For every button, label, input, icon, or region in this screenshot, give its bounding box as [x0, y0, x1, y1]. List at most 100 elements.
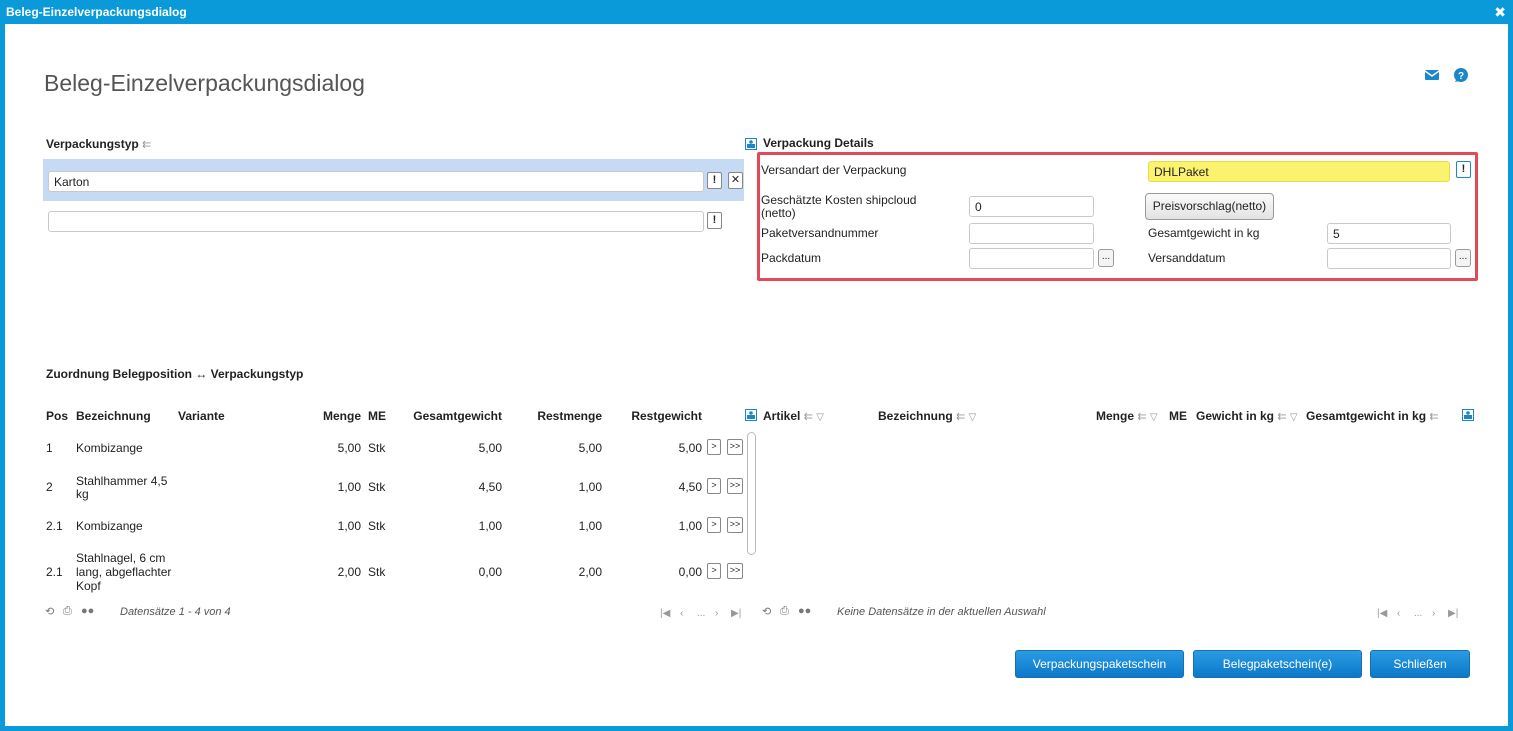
cell-restmenge: 5,00: [578, 441, 602, 455]
preisvorschlag-button[interactable]: Preisvorschlag(netto): [1145, 193, 1274, 220]
paketversandnummer-field[interactable]: [969, 223, 1094, 244]
col-bezeichnung-right[interactable]: Bezeichnung ⇇ ▽: [878, 409, 976, 423]
col-gesamtgewicht[interactable]: Gesamtgewicht: [395, 409, 502, 423]
filter-icon[interactable]: ▽: [816, 412, 824, 423]
cell-bezeichnung-line: Kopf: [76, 579, 101, 593]
gesamtgewicht-label: Gesamtgewicht in kg: [1148, 226, 1260, 240]
warning-icon[interactable]: !: [1456, 161, 1471, 178]
kosten-field[interactable]: [969, 196, 1094, 217]
move-all-button[interactable]: >>: [727, 563, 743, 579]
first-page-icon[interactable]: |◀: [1377, 608, 1387, 619]
sort-icon[interactable]: ⇇: [804, 411, 813, 423]
last-page-icon[interactable]: ▶|: [1448, 608, 1458, 619]
col-gewicht-right[interactable]: Gewicht in kg ⇇ ▽: [1196, 409, 1298, 423]
sort-icon[interactable]: ⇇: [142, 139, 151, 151]
page-dots[interactable]: ...: [1414, 608, 1422, 619]
col-artikel[interactable]: Artikel ⇇ ▽: [763, 409, 824, 423]
col-me-right[interactable]: ME: [1169, 409, 1187, 423]
page-dots[interactable]: ...: [697, 608, 705, 619]
packdatum-picker-button[interactable]: ...: [1098, 249, 1114, 267]
sort-icon[interactable]: ⇇: [1429, 411, 1438, 423]
col-menge[interactable]: Menge: [295, 409, 361, 423]
move-one-button[interactable]: >: [707, 439, 721, 455]
right-record-status: Keine Datensätze in der aktuellen Auswah…: [837, 606, 1046, 618]
schliessen-button[interactable]: Schließen: [1370, 650, 1470, 678]
dialog-window: Beleg-Einzelverpackungsdialog ✖ Beleg-Ei…: [0, 0, 1513, 731]
print-icon[interactable]: ⎙: [63, 605, 72, 618]
help-icon[interactable]: ?: [1453, 67, 1469, 83]
cell-bezeichnung: Stahlnagel, 6 cm: [76, 551, 166, 565]
kosten-label-sub: (netto): [761, 206, 796, 220]
cell-pos: 2.1: [46, 565, 63, 579]
cell-bezeichnung: Kombizange: [76, 519, 143, 533]
warning-icon[interactable]: !: [707, 172, 722, 189]
packdatum-field[interactable]: [969, 248, 1094, 269]
col-gesamtgewicht-right[interactable]: Gesamtgewicht in kg ⇇: [1306, 409, 1439, 423]
versanddatum-picker-button[interactable]: ...: [1455, 249, 1471, 267]
move-all-button[interactable]: >>: [727, 439, 743, 455]
collapse-panel-icon[interactable]: [745, 409, 757, 421]
cell-menge: 1,00: [337, 480, 361, 494]
move-all-button[interactable]: >>: [727, 478, 743, 494]
cell-bezeichnung: Kombizange: [76, 441, 143, 455]
settings-icon[interactable]: ●●: [81, 605, 94, 617]
versandart-label: Versandart der Verpackung: [761, 163, 907, 177]
first-page-icon[interactable]: |◀: [660, 608, 670, 619]
collapse-panel-icon[interactable]: [745, 138, 757, 150]
verpackungspaketschein-button[interactable]: Verpackungspaketschein: [1015, 650, 1184, 678]
col-pos[interactable]: Pos: [46, 409, 68, 423]
print-icon[interactable]: ⎙: [780, 605, 789, 618]
close-icon[interactable]: ✖: [1494, 4, 1506, 21]
filter-icon[interactable]: ▽: [969, 412, 977, 423]
versanddatum-field[interactable]: [1327, 248, 1451, 269]
sort-icon[interactable]: ⇇: [956, 411, 965, 423]
filter-icon[interactable]: ▽: [1150, 412, 1158, 423]
cell-me: Stk: [368, 519, 386, 533]
title-bar[interactable]: Beleg-Einzelverpackungsdialog ✖: [0, 0, 1513, 24]
col-me[interactable]: ME: [368, 409, 386, 423]
collapse-panel-icon[interactable]: [1462, 409, 1474, 421]
move-all-button[interactable]: >>: [727, 517, 743, 533]
prev-page-icon[interactable]: ‹: [1397, 608, 1400, 619]
verpackungstyp-header[interactable]: Verpackungstyp ⇇: [46, 137, 151, 151]
move-one-button[interactable]: >: [707, 478, 721, 494]
move-one-button[interactable]: >: [707, 563, 721, 579]
cell-gesamtgewicht: 0,00: [478, 565, 502, 579]
move-one-button[interactable]: >: [707, 517, 721, 533]
cell-menge: 5,00: [337, 441, 361, 455]
col-menge-right[interactable]: Menge ⇇ ▽: [1096, 409, 1158, 423]
page-title: Beleg-Einzelverpackungsdialog: [44, 70, 365, 96]
col-variante[interactable]: Variante: [178, 409, 225, 423]
col-artikel-label: Artikel: [763, 409, 801, 423]
gesamtgewicht-field[interactable]: [1327, 223, 1451, 244]
col-restgewicht[interactable]: Restgewicht: [610, 409, 702, 423]
next-page-icon[interactable]: ›: [715, 608, 718, 619]
col-restmenge[interactable]: Restmenge: [515, 409, 602, 423]
verpackungstyp-input-1[interactable]: [48, 171, 704, 192]
filter-icon[interactable]: ▽: [1290, 412, 1298, 423]
cell-gesamtgewicht: 4,50: [478, 480, 502, 494]
settings-icon[interactable]: ●●: [798, 605, 811, 617]
cell-me: Stk: [368, 480, 386, 494]
refresh-icon[interactable]: ⟲: [762, 605, 771, 618]
versandart-field[interactable]: [1148, 161, 1450, 182]
cell-bezeichnung-line: kg: [76, 487, 89, 501]
col-bezeichnung[interactable]: Bezeichnung: [76, 409, 151, 423]
warning-icon[interactable]: !: [707, 212, 722, 229]
belegpaketschein-button[interactable]: Belegpaketschein(e): [1193, 650, 1362, 678]
next-page-icon[interactable]: ›: [1432, 608, 1435, 619]
verpackungstyp-input-2[interactable]: [48, 211, 704, 232]
left-record-count: Datensätze 1 - 4 von 4: [120, 606, 231, 618]
cell-pos: 2: [46, 480, 53, 494]
delete-icon[interactable]: ✕: [728, 172, 743, 189]
mail-icon[interactable]: [1424, 67, 1440, 83]
prev-page-icon[interactable]: ‹: [680, 608, 683, 619]
last-page-icon[interactable]: ▶|: [731, 608, 741, 619]
refresh-icon[interactable]: ⟲: [45, 605, 54, 618]
col-menge-right-label: Menge: [1096, 409, 1135, 423]
sort-icon[interactable]: ⇇: [1137, 411, 1146, 423]
col-gesamtgewicht-right-label: Gesamtgewicht in kg: [1306, 409, 1427, 423]
table-scrollbar[interactable]: [747, 432, 756, 555]
sort-icon[interactable]: ⇇: [1277, 411, 1286, 423]
window-title: Beleg-Einzelverpackungsdialog: [6, 5, 187, 19]
